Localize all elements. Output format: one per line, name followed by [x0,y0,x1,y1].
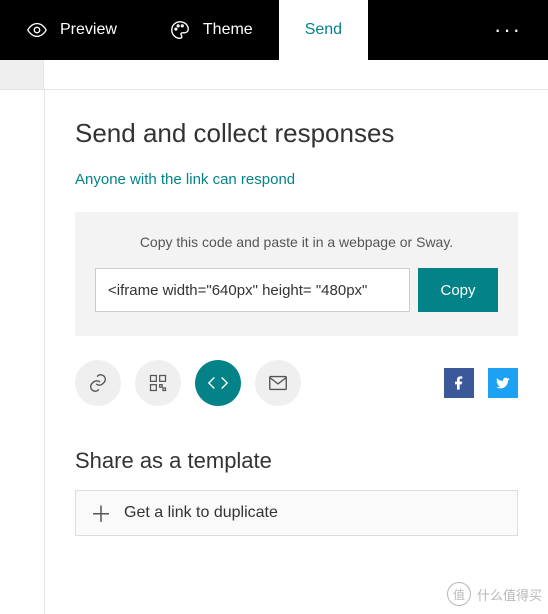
tab-send[interactable]: Send [279,0,368,60]
template-heading: Share as a template [75,448,518,474]
share-twitter-button[interactable] [488,368,518,398]
ellipsis-icon: ··· [494,17,522,43]
main-panel: Send and collect responses Anyone with t… [45,90,548,536]
top-toolbar: Preview Theme Send ··· [0,0,548,60]
embed-code-box: Copy this code and paste it in a webpage… [75,212,518,336]
share-method-row [75,360,518,406]
embed-icon [207,372,229,394]
share-link-button[interactable] [75,360,121,406]
email-icon [267,372,289,394]
watermark-badge: 值 [447,582,471,606]
duplicate-link-label: Get a link to duplicate [124,504,278,522]
tab-theme-label: Theme [203,21,253,39]
watermark: 值 什么值得买 [447,580,542,608]
plus-icon: ＋ [90,497,112,529]
tab-theme[interactable]: Theme [143,0,279,60]
left-divider [44,90,45,614]
share-facebook-button[interactable] [444,368,474,398]
qr-icon [148,373,168,393]
link-icon [87,372,109,394]
share-scope-link[interactable]: Anyone with the link can respond [75,171,518,188]
page-title: Send and collect responses [75,118,518,149]
share-qr-button[interactable] [135,360,181,406]
twitter-icon [495,375,511,391]
copy-button[interactable]: Copy [418,268,498,312]
embed-hint: Copy this code and paste it in a webpage… [95,234,498,250]
share-embed-button[interactable] [195,360,241,406]
sub-toolbar-handle [0,60,44,89]
palette-icon [169,19,191,41]
tab-send-label: Send [305,21,342,39]
sub-toolbar [0,60,548,90]
eye-icon [26,19,48,41]
watermark-text: 什么值得买 [477,585,542,604]
more-button[interactable]: ··· [468,0,548,60]
duplicate-link-button[interactable]: ＋ Get a link to duplicate [75,490,518,536]
share-email-button[interactable] [255,360,301,406]
tab-preview-label: Preview [60,21,117,39]
embed-code-input[interactable] [95,268,410,312]
facebook-icon [451,375,467,391]
tab-preview[interactable]: Preview [0,0,143,60]
